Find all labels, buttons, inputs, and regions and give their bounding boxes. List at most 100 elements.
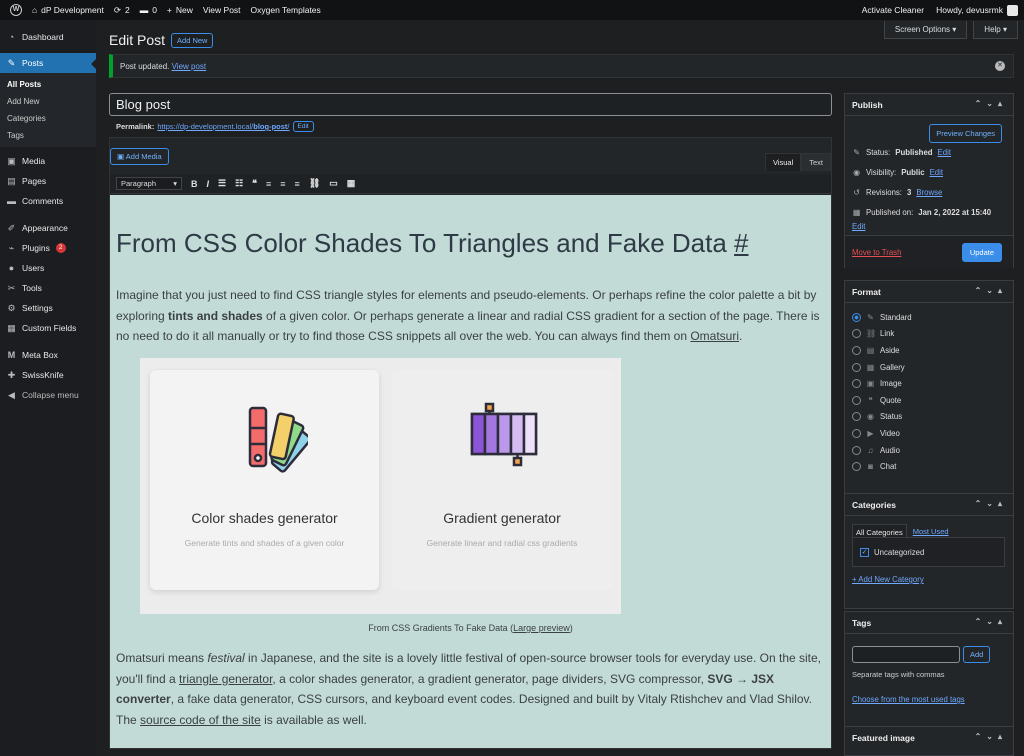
radio-icon[interactable] <box>852 462 861 472</box>
link-format-icon: ⛓ <box>866 329 877 339</box>
format-option-status[interactable]: ◉ Status <box>845 409 1013 426</box>
menu-meta-box[interactable]: M Meta Box <box>0 345 96 365</box>
radio-icon[interactable] <box>852 395 861 405</box>
triangle-generator-link[interactable]: triangle generator <box>179 672 272 686</box>
view-post-link[interactable]: View Post <box>203 5 241 15</box>
submenu-tags[interactable]: Tags <box>0 127 96 144</box>
italic-icon[interactable]: I <box>207 179 210 189</box>
move-to-trash-link[interactable]: Move to Trash <box>852 248 901 257</box>
menu-media[interactable]: ▣ Media <box>0 151 96 171</box>
submenu-categories[interactable]: Categories <box>0 110 96 127</box>
radio-icon[interactable] <box>852 345 861 355</box>
menu-comments[interactable]: ▬ Comments <box>0 191 96 211</box>
numbered-list-icon[interactable]: ☷ <box>235 178 243 189</box>
updates-link[interactable]: ⟳ 2 <box>114 5 130 16</box>
post-title-input[interactable]: Blog post <box>109 93 832 116</box>
add-tag-button[interactable]: Add <box>963 646 991 663</box>
menu-plugins[interactable]: ⌁ Plugins 2 <box>0 238 96 258</box>
oxygen-templates-link[interactable]: Oxygen Templates <box>251 5 321 15</box>
my-account-link[interactable]: Howdy, devusrmk <box>936 4 1018 16</box>
align-left-icon[interactable]: ≡ <box>266 179 271 189</box>
menu-tools[interactable]: ✂ Tools <box>0 278 96 298</box>
format-option-standard[interactable]: ✎ Standard <box>845 309 1013 326</box>
menu-label: Meta Box <box>22 350 58 360</box>
content-image[interactable]: Color shades generator Generate tints an… <box>140 358 621 614</box>
toolbar-toggle-icon[interactable]: ▦ <box>347 178 356 189</box>
omatsuri-link[interactable]: Omatsuri <box>690 329 739 343</box>
add-media-button[interactable]: ▣ Add Media <box>110 148 169 165</box>
comments-link[interactable]: ▬ 0 <box>140 5 157 15</box>
bullet-list-icon[interactable]: ☰ <box>218 178 226 189</box>
radio-icon[interactable] <box>852 445 861 455</box>
format-option-gallery[interactable]: ▦ Gallery <box>845 359 1013 376</box>
format-option-link[interactable]: ⛓ Link <box>845 326 1013 343</box>
menu-dashboard[interactable]: ◔ Dashboard <box>0 27 96 47</box>
submenu-add-new[interactable]: Add New <box>0 93 96 110</box>
align-right-icon[interactable]: ≡ <box>295 179 300 189</box>
large-preview-link[interactable]: Large preview <box>513 623 570 633</box>
link-icon[interactable]: ⛓ <box>309 178 320 189</box>
align-center-icon[interactable]: ≡ <box>280 179 285 189</box>
radio-checked-icon[interactable] <box>852 312 861 322</box>
wordpress-logo-icon[interactable]: W <box>10 4 22 16</box>
menu-swissknife[interactable]: ✚ SwissKnife <box>0 365 96 385</box>
dismiss-icon[interactable]: ✕ <box>995 61 1005 71</box>
edit-status-link[interactable]: Edit <box>938 148 951 157</box>
edit-date-link[interactable]: Edit <box>852 222 865 231</box>
radio-icon[interactable] <box>852 329 861 339</box>
menu-users[interactable]: ● Users <box>0 258 96 278</box>
format-select[interactable]: Paragraph ▾ <box>116 177 182 190</box>
view-post-link[interactable]: View post <box>172 62 207 71</box>
choose-tags-link[interactable]: Choose from the most used tags <box>852 695 965 704</box>
radio-icon[interactable] <box>852 362 861 372</box>
tab-text[interactable]: Text <box>801 153 831 171</box>
collapse-menu-button[interactable]: ◀ Collapse menu <box>0 385 96 405</box>
menu-label: Dashboard <box>22 32 64 42</box>
site-name-link[interactable]: ⌂ dP Development <box>32 5 104 15</box>
help-button[interactable]: Help ▾ <box>973 21 1018 39</box>
activate-cleaner-link[interactable]: Activate Cleaner <box>862 5 924 15</box>
format-option-audio[interactable]: ♫ Audio <box>845 442 1013 459</box>
format-label: Quote <box>880 395 902 405</box>
format-option-image[interactable]: ▣ Image <box>845 375 1013 392</box>
new-content-link[interactable]: + New <box>167 5 193 15</box>
browse-revisions-link[interactable]: Browse <box>916 188 942 197</box>
permalink-link[interactable]: https://dp-development.local/blog-post/ <box>157 122 289 131</box>
bold-icon[interactable]: B <box>191 179 198 189</box>
heading-anchor-link[interactable]: # <box>734 228 748 258</box>
blockquote-icon[interactable]: ❝ <box>252 178 257 189</box>
menu-appearance[interactable]: ✐ Appearance <box>0 218 96 238</box>
box-controls-icon[interactable]: ⌃⌄▴ <box>975 499 1007 508</box>
menu-settings[interactable]: ⚙ Settings <box>0 298 96 318</box>
radio-icon[interactable] <box>852 412 861 422</box>
format-option-video[interactable]: ▶ Video <box>845 425 1013 442</box>
add-new-button[interactable]: Add New <box>171 32 214 48</box>
tab-visual[interactable]: Visual <box>764 153 802 171</box>
edit-visibility-link[interactable]: Edit <box>930 168 943 177</box>
source-code-link[interactable]: source code of the site <box>140 713 261 727</box>
preview-changes-button[interactable]: Preview Changes <box>929 124 1002 143</box>
tag-input[interactable] <box>852 646 960 663</box>
card-subtitle: Generate tints and shades of a given col… <box>184 538 345 548</box>
read-more-icon[interactable]: ▭ <box>329 178 338 189</box>
format-option-aside[interactable]: ▤ Aside <box>845 342 1013 359</box>
update-button[interactable]: Update <box>961 243 1002 262</box>
box-controls-icon[interactable]: ⌃⌄▴ <box>975 286 1007 295</box>
menu-posts[interactable]: ✎ Posts <box>0 53 96 73</box>
editor-content[interactable]: From CSS Color Shades To Triangles and F… <box>110 195 831 748</box>
radio-icon[interactable] <box>852 428 861 438</box>
format-option-chat[interactable]: ◙ Chat <box>845 458 1013 475</box>
radio-icon[interactable] <box>852 379 861 389</box>
box-controls-icon[interactable]: ⌃⌄▴ <box>975 617 1007 626</box>
add-new-category-link[interactable]: + Add New Category <box>852 575 924 584</box>
submenu-all-posts[interactable]: All Posts <box>0 76 96 93</box>
checkbox-checked-icon[interactable]: ✓ <box>860 548 869 557</box>
edit-permalink-button[interactable]: Edit <box>292 121 314 132</box>
image-caption: From CSS Gradients To Fake Data (Large p… <box>110 623 831 633</box>
box-controls-icon[interactable]: ⌃⌄▴ <box>975 732 1007 741</box>
box-controls-icon[interactable]: ⌃⌄▴ <box>975 99 1007 108</box>
menu-custom-fields[interactable]: ▦ Custom Fields <box>0 318 96 338</box>
menu-pages[interactable]: ▤ Pages <box>0 171 96 191</box>
screen-options-button[interactable]: Screen Options ▾ <box>883 21 968 39</box>
format-option-quote[interactable]: ❝ Quote <box>845 392 1013 409</box>
